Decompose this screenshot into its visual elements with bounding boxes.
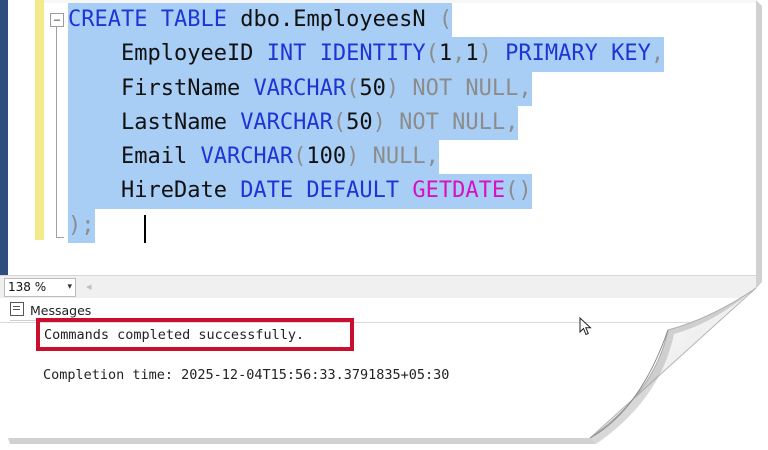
code-token: NULL bbox=[452, 109, 506, 135]
code-token: ) bbox=[346, 144, 360, 170]
selection-highlight: Email VARCHAR(100) NULL, bbox=[68, 140, 439, 175]
code-token: VARCHAR bbox=[240, 109, 333, 135]
selection-highlight: EmployeeID INT IDENTITY(1,1) PRIMARY KEY… bbox=[68, 37, 665, 72]
code-token: DATE bbox=[240, 178, 294, 204]
code-token: , bbox=[518, 75, 532, 101]
mouse-pointer-icon bbox=[579, 317, 592, 336]
code-token: GETDATE bbox=[412, 178, 506, 204]
tab-messages-label: Messages bbox=[30, 303, 92, 318]
code-line[interactable]: Email VARCHAR(100) NULL, bbox=[68, 140, 664, 175]
code-token: INT bbox=[266, 41, 307, 67]
code-token: ( bbox=[293, 144, 307, 170]
code-line[interactable]: FirstName VARCHAR(50) NOT NULL, bbox=[68, 71, 664, 106]
code-token: TABLE bbox=[160, 7, 227, 32]
selection-highlight: FirstName VARCHAR(50) NOT NULL, bbox=[68, 71, 532, 106]
code-token: VARCHAR bbox=[253, 75, 347, 101]
code-line[interactable]: ); bbox=[68, 208, 664, 244]
collapse-icon[interactable]: − bbox=[50, 13, 64, 27]
code-token: CREATE bbox=[68, 7, 148, 32]
code-token: ) bbox=[385, 75, 400, 101]
code-token: 1 bbox=[438, 41, 453, 67]
query-window: − CREATE TABLE dbo.EmployeesN ( Employee… bbox=[0, 0, 756, 438]
selection-highlight: CREATE TABLE dbo.EmployeesN ( bbox=[68, 3, 453, 38]
code-token: ); bbox=[68, 212, 95, 238]
code-token: dbo.EmployeesN bbox=[226, 7, 439, 32]
code-token: 100 bbox=[306, 144, 347, 170]
code-token: ( bbox=[438, 7, 453, 32]
selection-highlight: ); bbox=[68, 208, 95, 244]
scroll-left-icon[interactable]: ◂ bbox=[86, 280, 92, 293]
code-token: NULL bbox=[465, 75, 519, 101]
code-line[interactable]: CREATE TABLE dbo.EmployeesN ( bbox=[68, 3, 664, 38]
code-token: 50 bbox=[346, 109, 373, 135]
change-tracking-margin bbox=[35, 0, 44, 240]
code-token: ) bbox=[478, 41, 492, 67]
code-token: , bbox=[425, 144, 439, 170]
sql-code[interactable]: CREATE TABLE dbo.EmployeesN ( EmployeeID… bbox=[68, 3, 665, 244]
editor-status-bar: 138 % ▾ ◂ bbox=[0, 275, 756, 298]
code-line[interactable]: LastName VARCHAR(50) NOT NULL, bbox=[68, 105, 664, 141]
code-token: , bbox=[505, 109, 519, 135]
success-highlight-box: Commands completed successfully. bbox=[36, 318, 354, 351]
code-token: , bbox=[452, 41, 466, 67]
code-line[interactable]: EmployeeID INT IDENTITY(1,1) PRIMARY KEY… bbox=[68, 37, 665, 72]
code-line[interactable]: HireDate DATE DEFAULT GETDATE() bbox=[68, 174, 664, 209]
code-token: ) bbox=[372, 109, 386, 135]
ssms-screenshot: − CREATE TABLE dbo.EmployeesN ( Employee… bbox=[0, 0, 768, 450]
zoom-value: 138 % bbox=[8, 280, 47, 294]
code-token: DEFAULT bbox=[306, 178, 400, 204]
code-token: HireDate bbox=[68, 178, 241, 204]
editor-gutter bbox=[8, 0, 35, 275]
chevron-down-icon: ▾ bbox=[67, 282, 72, 292]
window-frame-edge bbox=[0, 0, 8, 275]
messages-icon bbox=[10, 302, 24, 316]
completion-time: Completion time: 2025-12-04T15:56:33.379… bbox=[43, 367, 450, 383]
code-token: NULL bbox=[372, 144, 426, 170]
code-token: EmployeeID bbox=[68, 41, 267, 67]
selection-highlight: HireDate DATE DEFAULT GETDATE() bbox=[68, 174, 532, 209]
code-token: NOT bbox=[412, 75, 453, 101]
results-pane: Messages Commands completed successfully… bbox=[0, 298, 756, 438]
code-token: NOT bbox=[399, 109, 439, 135]
outline-end bbox=[56, 237, 64, 238]
code-token: VARCHAR bbox=[200, 144, 294, 170]
code-token: ( bbox=[332, 109, 347, 135]
code-token: FirstName bbox=[68, 75, 254, 101]
code-token: () bbox=[505, 178, 532, 204]
code-token: PRIMARY bbox=[505, 41, 598, 67]
zoom-dropdown[interactable]: 138 % ▾ bbox=[4, 278, 76, 297]
outline-line bbox=[56, 27, 57, 237]
code-token: 1 bbox=[465, 41, 479, 67]
code-token: Email bbox=[68, 144, 201, 170]
code-token: LastName bbox=[68, 109, 241, 135]
sql-editor[interactable]: − CREATE TABLE dbo.EmployeesN ( Employee… bbox=[44, 3, 756, 275]
code-token: 50 bbox=[359, 75, 386, 101]
code-token: ( bbox=[425, 41, 439, 67]
text-caret bbox=[144, 215, 146, 243]
success-message: Commands completed successfully. bbox=[44, 327, 305, 343]
code-token: KEY bbox=[611, 41, 651, 67]
code-token: IDENTITY bbox=[319, 41, 426, 67]
code-token: , bbox=[650, 41, 665, 67]
code-token: ( bbox=[346, 75, 360, 101]
selection-highlight: LastName VARCHAR(50) NOT NULL, bbox=[68, 105, 519, 141]
